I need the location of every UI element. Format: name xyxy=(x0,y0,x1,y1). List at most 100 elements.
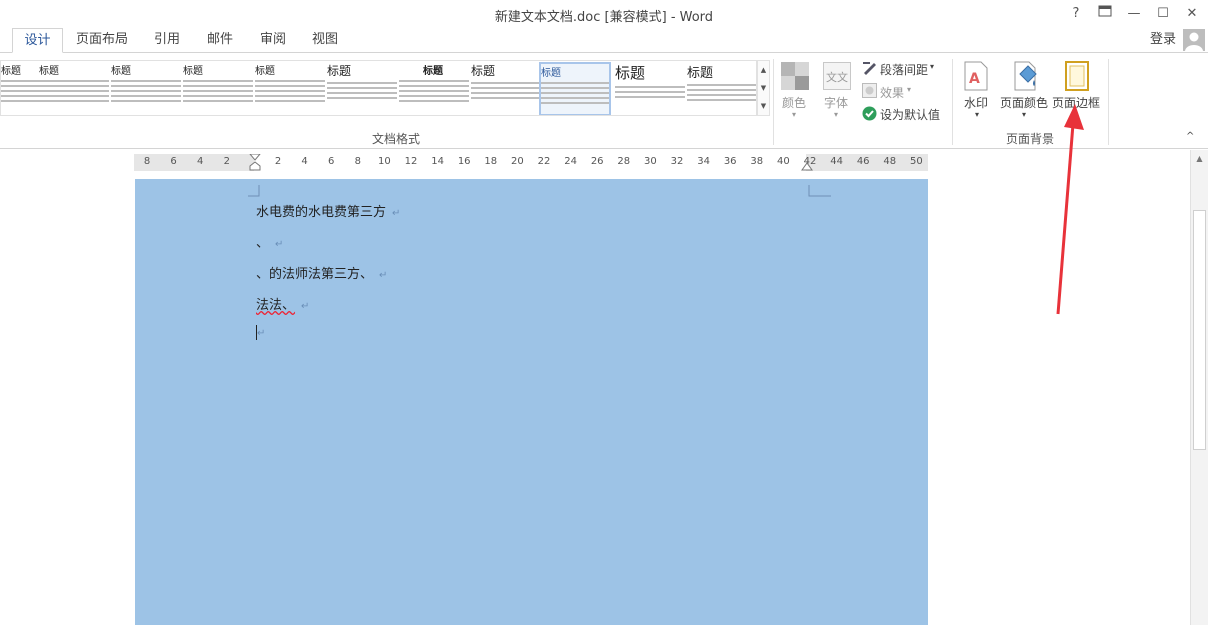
fonts-icon[interactable]: 文文 xyxy=(823,62,851,94)
annotation-arrow-icon xyxy=(1056,104,1084,315)
chevron-down-icon: ▾ xyxy=(907,85,912,94)
colors-button[interactable]: 颜色 xyxy=(782,94,806,111)
ruler-number: 10 xyxy=(378,156,391,167)
user-icon xyxy=(1185,32,1203,51)
ruler-number: 8 xyxy=(143,156,151,167)
collapse-ribbon-icon[interactable]: ^ xyxy=(1186,131,1194,142)
style-set-item[interactable]: 标题 xyxy=(471,62,541,115)
set-as-default-button[interactable]: 设为默认值 xyxy=(880,106,940,123)
page-color-icon[interactable] xyxy=(1010,60,1040,96)
title-bar: 新建文本文档.doc [兼容模式] - Word ? — ☐ ✕ xyxy=(0,0,1208,28)
margin-corner-right xyxy=(808,185,831,197)
scroll-down-icon[interactable]: ▼ xyxy=(758,79,769,97)
ruler-number: 22 xyxy=(537,156,551,167)
document-line[interactable]: 、 ↵ xyxy=(256,232,283,251)
ruler-number: 8 xyxy=(354,156,361,167)
ruler-number: 28 xyxy=(617,156,631,167)
style-set-item[interactable]: 标题 xyxy=(183,62,253,115)
ruler-number: 24 xyxy=(564,156,577,167)
chevron-down-icon: ▾ xyxy=(975,110,980,119)
chevron-down-icon: ▾ xyxy=(834,110,839,119)
login-link[interactable]: 登录 xyxy=(1146,28,1180,53)
ruler-number: 38 xyxy=(750,156,764,167)
minimize-button[interactable]: — xyxy=(1122,4,1146,24)
ruler-number: 2 xyxy=(223,156,230,167)
gallery-more-icon[interactable]: ▼ xyxy=(758,97,769,115)
ruler-number: 14 xyxy=(431,156,444,167)
document-line[interactable]: ↵ xyxy=(256,325,265,340)
paragraph-spacing-icon xyxy=(862,60,878,80)
horizontal-ruler[interactable]: 8 6 4 2 2 4 6 8 10 12 14 16 18 20 22 24 26 28 30 32 34 36 38 40… xyxy=(134,154,928,171)
ruler-number: 44 xyxy=(830,156,843,167)
tab-mailings[interactable]: 邮件 xyxy=(197,28,243,53)
chevron-down-icon: ▾ xyxy=(792,110,797,119)
style-set-item[interactable]: 标题 xyxy=(255,62,325,115)
ruler-number: 2 xyxy=(274,156,282,167)
ruler-number: 46 xyxy=(856,156,870,167)
ruler-number: 20 xyxy=(511,156,524,167)
divider xyxy=(773,59,774,145)
style-set-item[interactable]: 标题 xyxy=(399,62,469,115)
avatar[interactable] xyxy=(1183,29,1205,51)
ribbon-display-options-button[interactable] xyxy=(1093,4,1117,24)
fonts-button[interactable]: 字体 xyxy=(824,94,848,111)
ruler-number: 6 xyxy=(328,156,335,167)
margin-corner-left xyxy=(248,185,260,197)
colors-icon[interactable] xyxy=(781,62,809,94)
scroll-up-icon[interactable]: ▲ xyxy=(758,61,769,79)
scroll-up-icon[interactable]: ▲ xyxy=(1191,150,1208,163)
scroll-thumb[interactable] xyxy=(1193,210,1206,450)
effects-button[interactable]: 效果 xyxy=(880,84,904,101)
watermark-icon[interactable]: A xyxy=(964,61,988,95)
document-page[interactable] xyxy=(135,179,928,625)
style-set-item[interactable]: 标题 xyxy=(39,62,109,115)
window-title: 新建文本文档.doc [兼容模式] - Word xyxy=(494,10,714,25)
ruler-number: 40 xyxy=(777,156,790,167)
style-set-gallery: 标题 标题 标题 标题 标题 标题 标题 标题 标题 标题 标题 xyxy=(0,60,757,116)
gallery-scroll[interactable]: ▲ ▼ ▼ xyxy=(757,60,770,116)
ribbon-tabs: 设计 页面布局 引用 邮件 审阅 视图 登录 xyxy=(0,28,1208,53)
indent-marker-icon[interactable] xyxy=(248,154,262,171)
ruler-number: 16 xyxy=(457,156,471,167)
style-set-item[interactable]: 标题 xyxy=(327,62,397,115)
right-indent-marker-icon[interactable] xyxy=(801,161,813,171)
ribbon-display-icon xyxy=(1098,5,1112,17)
ruler-number: 12 xyxy=(404,156,418,167)
document-line[interactable]: 水电费的水电费第三方 ↵ xyxy=(256,201,400,220)
paragraph-spacing-button[interactable]: 段落间距 xyxy=(880,61,928,78)
style-set-item-selected[interactable]: 标题 xyxy=(539,62,611,115)
group-label-document-format: 文档格式 xyxy=(372,132,421,146)
page-borders-icon[interactable] xyxy=(1065,61,1089,95)
ruler-number: 48 xyxy=(883,156,897,167)
tab-page-layout[interactable]: 页面布局 xyxy=(70,28,134,53)
ruler-number: 18 xyxy=(484,156,498,167)
style-set-item[interactable]: 标题 xyxy=(1,62,41,115)
document-line[interactable]: 、的法师法第三方、 ↵ xyxy=(256,263,387,282)
svg-text:文文: 文文 xyxy=(826,70,848,84)
ruler-number: 6 xyxy=(170,156,177,167)
tab-design[interactable]: 设计 xyxy=(12,28,63,53)
chevron-down-icon: ▾ xyxy=(930,62,935,71)
tab-references[interactable]: 引用 xyxy=(144,28,190,53)
tab-view[interactable]: 视图 xyxy=(302,28,348,53)
maximize-button[interactable]: ☐ xyxy=(1151,4,1175,24)
ruler-number: 4 xyxy=(197,156,204,167)
style-set-item[interactable]: 标题 xyxy=(615,62,685,115)
ribbon: 标题 标题 标题 标题 标题 标题 标题 标题 标题 标题 标题 ▲ ▼ ▼ 文… xyxy=(0,53,1208,149)
ruler-number: 50 xyxy=(910,156,923,167)
style-set-item[interactable]: 标题 xyxy=(111,62,181,115)
baidu-watermark: Bai du 经验 xyxy=(928,539,1185,588)
style-set-item[interactable]: 标题 xyxy=(687,62,756,115)
watermark-button[interactable]: 水印 xyxy=(964,94,988,111)
help-button[interactable]: ? xyxy=(1064,4,1088,24)
document-line[interactable]: 法法、 ↵ xyxy=(256,294,309,313)
ruler-number: 26 xyxy=(590,156,604,167)
chevron-down-icon: ▾ xyxy=(1022,110,1027,119)
ruler-number: 36 xyxy=(723,156,737,167)
check-icon xyxy=(862,106,877,125)
close-button[interactable]: ✕ xyxy=(1180,4,1204,24)
tab-review[interactable]: 审阅 xyxy=(250,28,296,53)
vertical-scrollbar[interactable]: ▲ xyxy=(1190,150,1208,625)
ruler-number: 30 xyxy=(644,156,657,167)
ruler-number: 34 xyxy=(697,156,710,167)
